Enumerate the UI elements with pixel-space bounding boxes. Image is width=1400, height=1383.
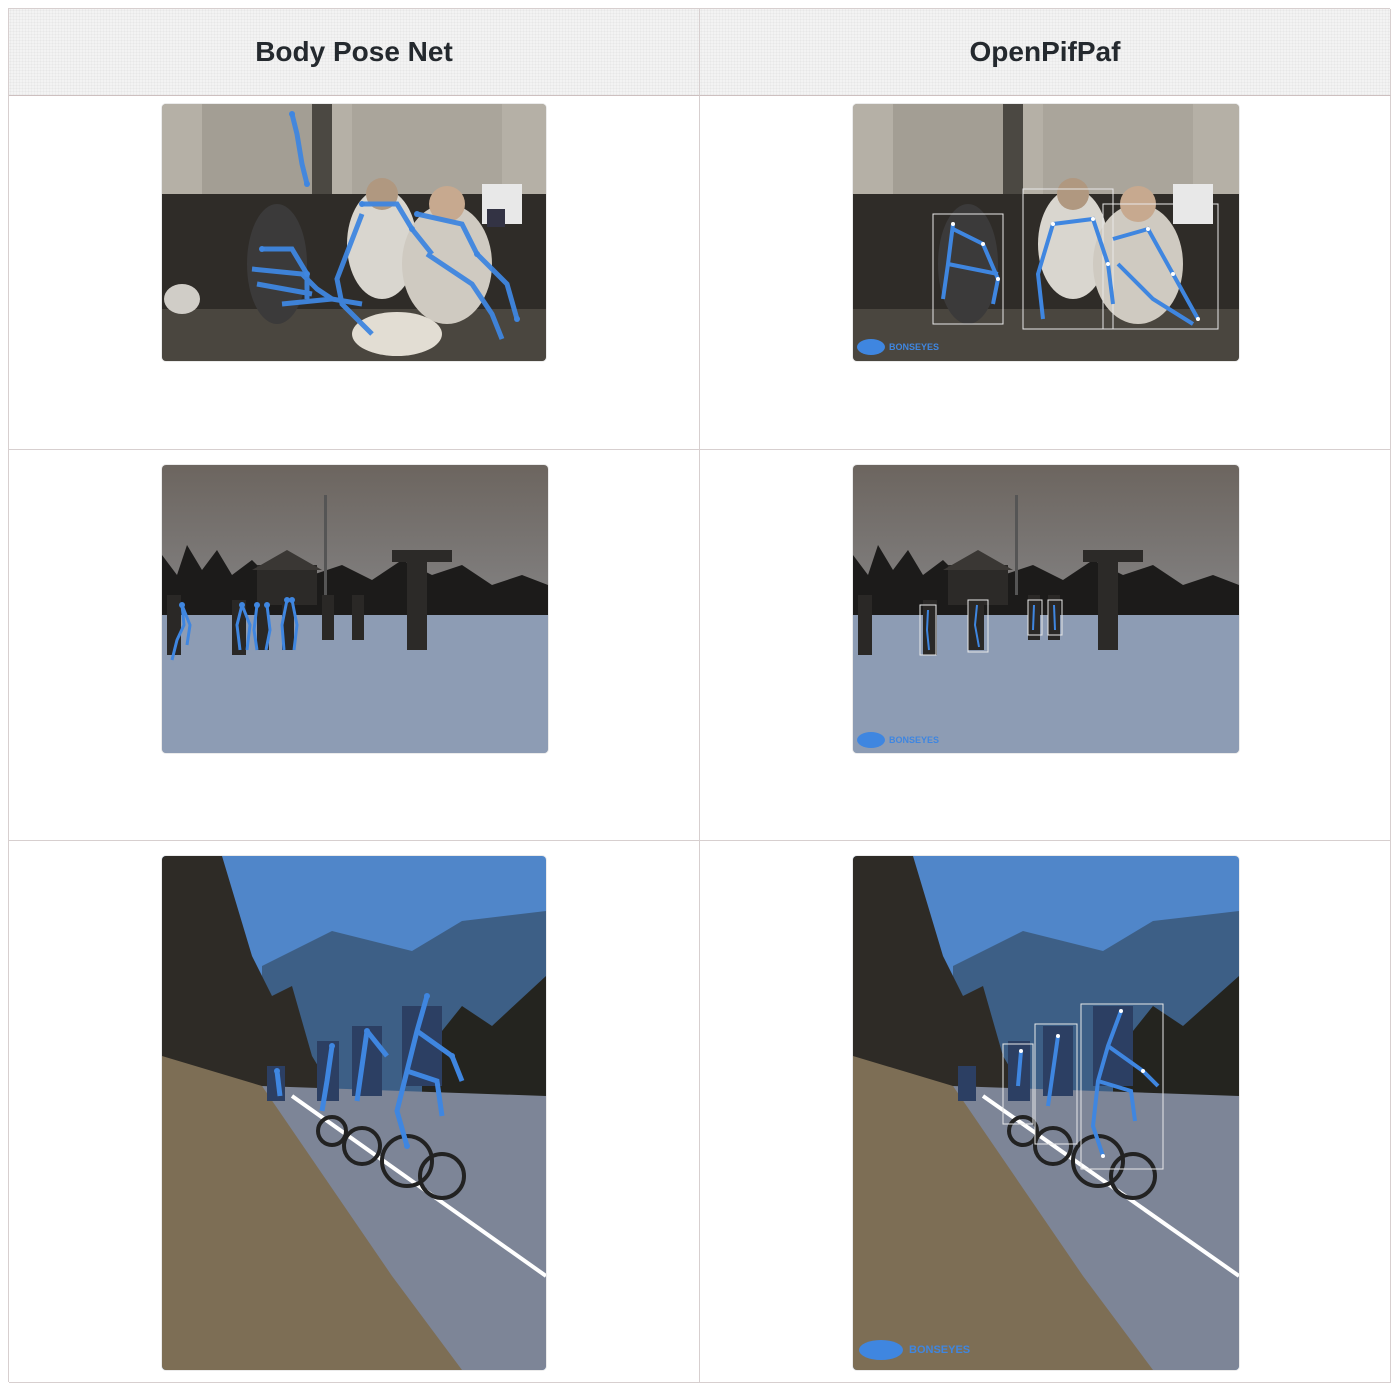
comparison-table: Body Pose Net OpenPifPaf BONSEYES BONSEY… (8, 8, 1391, 1383)
table-cell-row1-right: BONSEYES (700, 96, 1391, 450)
cyclists-bodyposenet-image (162, 856, 546, 1370)
table-cell-row3-right: BONSEYES (700, 841, 1391, 1383)
watermark-text: BONSEYES (909, 1344, 970, 1356)
header-label: Body Pose Net (255, 36, 453, 67)
header-openpifpaf: OpenPifPaf (700, 9, 1391, 96)
table-cell-row2-right: BONSEYES (700, 450, 1391, 841)
family-couch-openpifpaf-image: BONSEYES (853, 104, 1239, 361)
watermark-text: BONSEYES (889, 735, 939, 745)
table-cell-row1-left (9, 96, 700, 450)
ski-lift-openpifpaf-image: BONSEYES (853, 465, 1239, 753)
family-couch-bodyposenet-image (162, 104, 546, 361)
cyclists-openpifpaf-image: BONSEYES (853, 856, 1239, 1370)
header-body-pose-net: Body Pose Net (9, 9, 700, 96)
header-label: OpenPifPaf (969, 36, 1121, 67)
watermark-text: BONSEYES (889, 342, 939, 352)
table-cell-row3-left (9, 841, 700, 1383)
ski-lift-bodyposenet-image (162, 465, 548, 753)
table-cell-row2-left (9, 450, 700, 841)
